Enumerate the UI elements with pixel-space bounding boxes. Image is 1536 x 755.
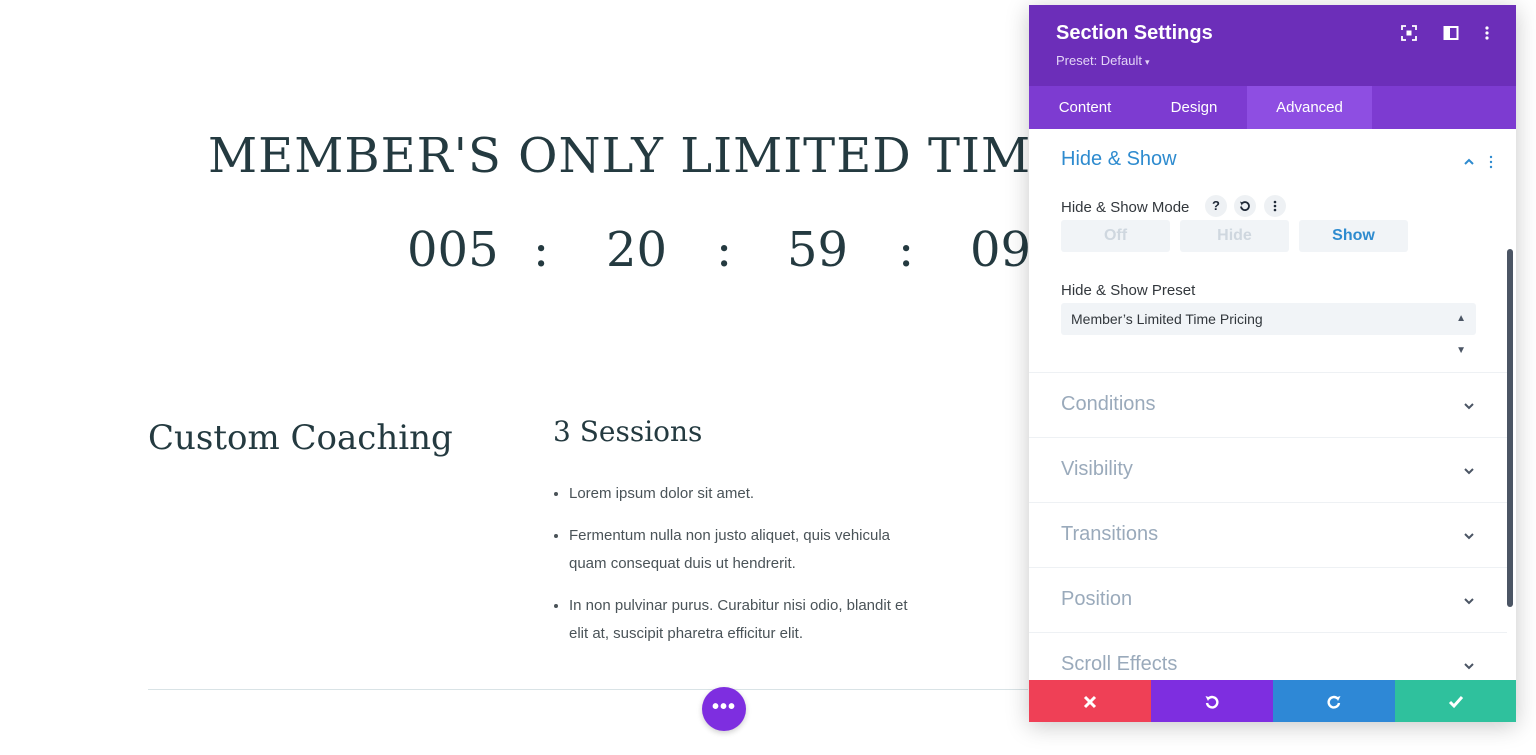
help-icon[interactable]: ?	[1205, 195, 1227, 217]
add-module-button[interactable]: •••	[702, 687, 746, 731]
redo-button[interactable]	[1273, 680, 1395, 722]
modal-body[interactable]: Hide & Show Hide & Show Mode ? Off Hide …	[1029, 129, 1516, 680]
group-visibility[interactable]: Visibility	[1029, 437, 1507, 503]
preset-label: Preset: Default	[1056, 53, 1142, 68]
countdown-seconds: 09	[970, 222, 1032, 278]
undo-button[interactable]	[1151, 680, 1273, 722]
preset-selector[interactable]: Preset: Default ▾	[1056, 53, 1150, 68]
close-icon	[1083, 696, 1097, 709]
mode-hide-button[interactable]: Hide	[1180, 220, 1289, 252]
section-divider	[148, 689, 1028, 690]
tab-design[interactable]: Design	[1141, 86, 1247, 129]
group-conditions[interactable]: Conditions	[1029, 372, 1507, 438]
countdown-hours: 20	[606, 222, 668, 278]
chevron-down-icon	[1464, 663, 1474, 670]
mode-show-button[interactable]: Show	[1299, 220, 1408, 252]
list-item: Fermentum nulla non justo aliquet, quis …	[569, 522, 929, 578]
mode-off-button[interactable]: Off	[1061, 220, 1170, 252]
section-options-icon[interactable]	[1487, 154, 1495, 170]
group-label: Transitions	[1061, 523, 1159, 545]
field-options-icon[interactable]	[1264, 195, 1286, 217]
group-label: Conditions	[1061, 393, 1156, 415]
chevron-up-icon[interactable]	[1463, 156, 1475, 168]
countdown-separator: :	[898, 222, 915, 278]
discard-button[interactable]	[1029, 680, 1151, 722]
more-options-icon[interactable]	[1479, 25, 1495, 41]
section-settings-modal: Section Settings Preset: Default ▾ Conten…	[1029, 5, 1516, 722]
preset-field-label: Hide & Show Preset	[1061, 282, 1196, 299]
tab-advanced[interactable]: Advanced	[1247, 86, 1372, 129]
group-label: Position	[1061, 588, 1133, 610]
list-item: In non pulvinar purus. Curabitur nisi od…	[569, 592, 929, 648]
save-button[interactable]	[1395, 680, 1516, 722]
chevron-down-icon	[1464, 533, 1474, 540]
split-view-icon[interactable]	[1443, 25, 1459, 41]
modal-title: Section Settings	[1056, 22, 1213, 44]
group-position[interactable]: Position	[1029, 567, 1507, 633]
modal-header[interactable]: Section Settings Preset: Default ▾	[1029, 5, 1516, 86]
coaching-title: Custom Coaching	[148, 418, 453, 458]
chevron-down-icon	[1464, 468, 1474, 475]
countdown-separator: :	[716, 222, 733, 278]
select-arrows-icon: ▲ ▼	[1456, 313, 1466, 356]
group-label: Visibility	[1061, 458, 1133, 480]
hide-show-preset-select[interactable]: Member’s Limited Time Pricing ▲ ▼	[1061, 303, 1476, 356]
hide-show-section-title[interactable]: Hide & Show	[1061, 148, 1177, 171]
select-value: Member’s Limited Time Pricing	[1071, 311, 1263, 327]
scrollbar[interactable]	[1507, 249, 1513, 607]
mode-label: Hide & Show Mode	[1061, 199, 1190, 216]
list-item: Lorem ipsum dolor sit amet.	[569, 480, 929, 508]
group-transitions[interactable]: Transitions	[1029, 502, 1507, 568]
checkmark-icon	[1448, 696, 1464, 709]
feature-list: Lorem ipsum dolor sit amet. Fermentum nu…	[552, 480, 929, 662]
modal-footer	[1029, 680, 1516, 722]
tab-content[interactable]: Content	[1029, 86, 1141, 129]
chevron-down-icon	[1464, 598, 1474, 605]
fullscreen-icon[interactable]	[1401, 25, 1417, 41]
tab-bar: Content Design Advanced	[1029, 86, 1516, 129]
caret-down-icon: ▾	[1145, 57, 1150, 67]
countdown-minutes: 59	[787, 222, 849, 278]
countdown-days: 005	[407, 222, 499, 278]
countdown-separator: :	[533, 222, 550, 278]
page-headline: MEMBER'S ONLY LIMITED TIME	[208, 128, 1068, 184]
chevron-down-icon	[1464, 403, 1474, 410]
sessions-title: 3 Sessions	[553, 415, 703, 448]
undo-icon	[1205, 696, 1219, 709]
group-label: Scroll Effects	[1061, 653, 1178, 675]
reset-icon[interactable]	[1234, 195, 1256, 217]
redo-icon	[1327, 696, 1341, 709]
